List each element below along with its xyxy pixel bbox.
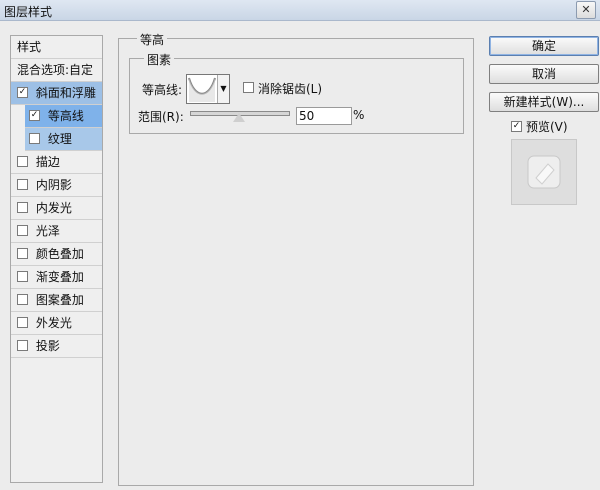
sidebar-item-inner-glow[interactable]: 内发光 bbox=[11, 197, 102, 220]
bevel-checkbox[interactable]: ✓ bbox=[17, 87, 28, 98]
sidebar-item-stroke[interactable]: 描边 bbox=[11, 151, 102, 174]
sidebar-item-bevel[interactable]: ✓ 斜面和浮雕 bbox=[11, 82, 102, 105]
sidebar-item-label: 外发光 bbox=[35, 316, 72, 330]
sidebar-item-outer-glow[interactable]: 外发光 bbox=[11, 312, 102, 335]
close-button[interactable]: ✕ bbox=[576, 1, 596, 19]
inner-shadow-checkbox[interactable] bbox=[17, 179, 28, 190]
sidebar-item-label: 光泽 bbox=[35, 224, 60, 238]
style-preview bbox=[511, 139, 577, 205]
sidebar-item-label: 颜色叠加 bbox=[35, 247, 84, 261]
new-style-button[interactable]: 新建样式(W)... bbox=[489, 92, 599, 112]
sidebar-item-label: 图案叠加 bbox=[35, 293, 84, 307]
sidebar-item-label: 等高线 bbox=[47, 109, 84, 123]
sidebar-item-texture[interactable]: 纹理 bbox=[25, 128, 102, 151]
sidebar-item-label: 斜面和浮雕 bbox=[35, 86, 96, 100]
preview-thumbnail-icon bbox=[512, 140, 576, 204]
stroke-checkbox[interactable] bbox=[17, 156, 28, 167]
style-list: 样式 混合选项:自定 ✓ 斜面和浮雕 ✓ 等高线 纹理 描边 内阴影 内发光 光… bbox=[10, 35, 103, 483]
preview-label[interactable]: 预览(V) bbox=[526, 118, 568, 135]
cancel-button[interactable]: 取消 bbox=[489, 64, 599, 84]
range-slider-thumb[interactable] bbox=[233, 113, 245, 122]
contour-picker[interactable]: ▼ bbox=[186, 74, 230, 104]
sidebar-item-label: 纹理 bbox=[47, 132, 72, 146]
sidebar-item-label: 投影 bbox=[35, 339, 60, 353]
texture-checkbox[interactable] bbox=[29, 133, 40, 144]
window-title: 图层样式 bbox=[4, 5, 53, 19]
title-bar: 图层样式 ✕ bbox=[0, 0, 600, 21]
contour-dropdown-arrow[interactable]: ▼ bbox=[217, 75, 229, 103]
contour-curve-icon bbox=[188, 77, 216, 102]
style-list-header[interactable]: 样式 bbox=[11, 36, 102, 59]
preview-checkbox[interactable]: ✓ bbox=[511, 121, 522, 132]
range-unit: % bbox=[353, 108, 365, 122]
gradient-overlay-checkbox[interactable] bbox=[17, 271, 28, 282]
satin-checkbox[interactable] bbox=[17, 225, 28, 236]
sidebar-item-inner-shadow[interactable]: 内阴影 bbox=[11, 174, 102, 197]
anti-alias-checkbox[interactable] bbox=[243, 82, 254, 93]
ok-button[interactable]: 确定 bbox=[489, 36, 599, 56]
elements-group-title: 图素 bbox=[144, 51, 175, 68]
sidebar-item-pattern-overlay[interactable]: 图案叠加 bbox=[11, 289, 102, 312]
sidebar-item-label: 内阴影 bbox=[35, 178, 72, 192]
drop-shadow-checkbox[interactable] bbox=[17, 340, 28, 351]
contour-label: 等高线: bbox=[142, 83, 183, 97]
anti-alias-label[interactable]: 消除锯齿(L) bbox=[258, 80, 322, 97]
color-overlay-checkbox[interactable] bbox=[17, 248, 28, 259]
sidebar-item-color-overlay[interactable]: 颜色叠加 bbox=[11, 243, 102, 266]
range-input[interactable]: 50 bbox=[296, 107, 352, 125]
contour-checkbox[interactable]: ✓ bbox=[29, 110, 40, 121]
range-label: 范围(R): bbox=[138, 110, 184, 124]
sidebar-item-drop-shadow[interactable]: 投影 bbox=[11, 335, 102, 358]
sidebar-item-contour[interactable]: ✓ 等高线 bbox=[25, 105, 102, 128]
sidebar-item-label: 渐变叠加 bbox=[35, 270, 84, 284]
sidebar-item-label: 内发光 bbox=[35, 201, 72, 215]
sidebar-item-label: 描边 bbox=[35, 155, 60, 169]
sidebar-item-satin[interactable]: 光泽 bbox=[11, 220, 102, 243]
inner-glow-checkbox[interactable] bbox=[17, 202, 28, 213]
pattern-overlay-checkbox[interactable] bbox=[17, 294, 28, 305]
sidebar-item-gradient-overlay[interactable]: 渐变叠加 bbox=[11, 266, 102, 289]
blend-options-item[interactable]: 混合选项:自定 bbox=[11, 59, 102, 82]
outer-glow-checkbox[interactable] bbox=[17, 317, 28, 328]
contour-group-title: 等高 bbox=[137, 31, 168, 48]
